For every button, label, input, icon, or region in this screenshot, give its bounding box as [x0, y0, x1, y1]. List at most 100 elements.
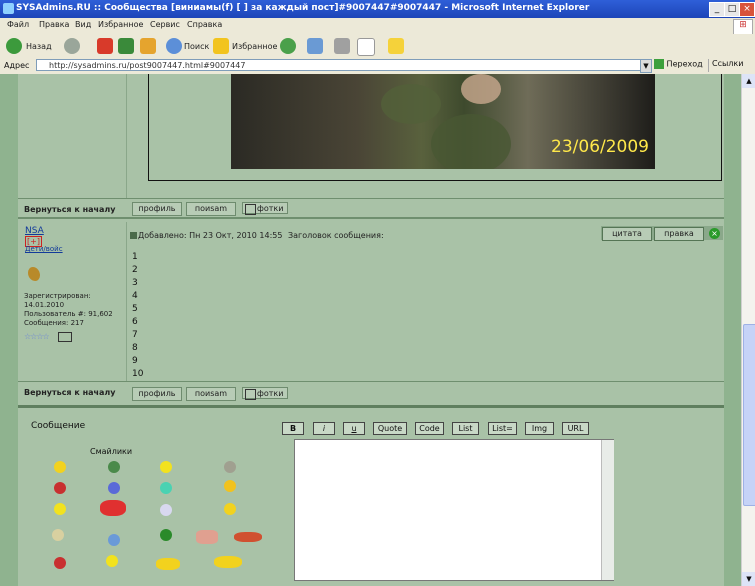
page-viewport: 23/06/2009 Вернуться к началу профиль по… [0, 74, 741, 586]
smile-icon[interactable] [160, 482, 172, 494]
scroll-up-icon[interactable]: ▲ [742, 74, 755, 88]
format-toolbar: B i u Quote Code List List= Img URL [282, 422, 589, 435]
smile-icon[interactable] [224, 480, 236, 492]
menu-help[interactable]: Справка [187, 20, 222, 29]
smile-icon[interactable] [52, 529, 64, 541]
smile-icon[interactable] [224, 503, 236, 515]
back-button[interactable]: Назад [26, 42, 52, 51]
photos-button[interactable]: фотки [242, 387, 288, 400]
divider [18, 198, 724, 199]
print-icon[interactable] [334, 38, 350, 54]
smile-icon[interactable] [196, 530, 218, 544]
smile-icon[interactable] [100, 500, 126, 516]
back-to-top-link[interactable]: Вернуться к началу [24, 388, 115, 397]
smile-icon[interactable] [156, 558, 180, 570]
photo-date-stamp: 23/06/2009 [551, 137, 649, 157]
address-bar: Адрес http://sysadmins.ru/post9007447.ht… [0, 58, 755, 75]
vertical-scrollbar[interactable]: ▲ ▼ [741, 74, 755, 586]
photo-detail [431, 114, 511, 169]
ordered-list-button[interactable]: List= [488, 422, 517, 435]
edit-button[interactable]: правка [654, 227, 704, 241]
image-button[interactable]: Img [525, 422, 554, 435]
url-button[interactable]: URL [562, 422, 589, 435]
quote-button[interactable]: цитата [602, 227, 652, 241]
message-textarea[interactable] [294, 439, 614, 581]
favorites-star-icon[interactable] [213, 38, 229, 54]
quote-format-button[interactable]: Quote [373, 422, 407, 435]
windows-flag-icon: ⊞ [733, 19, 753, 35]
smile-icon[interactable] [54, 503, 66, 515]
address-label: Адрес [4, 61, 30, 70]
menu-tools[interactable]: Сервис [150, 20, 180, 29]
post-link-icon[interactable] [130, 232, 137, 239]
list-button[interactable]: List [452, 422, 479, 435]
photos-button[interactable]: фотки [242, 202, 288, 215]
go-arrow-icon [654, 59, 664, 69]
toolbar: Назад Поиск Избранное [0, 34, 755, 59]
smile-icon[interactable] [214, 556, 242, 568]
menu-view[interactable]: Вид [75, 20, 91, 29]
menu-edit[interactable]: Правка [39, 20, 69, 29]
mail-envelope-icon[interactable] [58, 332, 72, 342]
stop-icon[interactable] [97, 38, 113, 54]
menu-file[interactable]: Файл [7, 20, 29, 29]
search-icon[interactable] [166, 38, 182, 54]
photos-label: фотки [257, 204, 284, 213]
smile-icon[interactable] [234, 532, 262, 542]
scroll-down-icon[interactable]: ▼ [742, 572, 755, 586]
address-input[interactable]: http://sysadmins.ru/post9007447.html#900… [36, 59, 648, 71]
profile-button[interactable]: профиль [132, 387, 182, 401]
close-button[interactable]: × [739, 2, 755, 17]
scroll-thumb[interactable] [743, 324, 755, 506]
favorites-button[interactable]: Избранное [232, 42, 277, 51]
address-dropdown-icon[interactable]: ▼ [640, 59, 652, 73]
smile-icon[interactable] [54, 482, 66, 494]
smile-icon[interactable] [224, 461, 236, 473]
search-button[interactable]: Поиск [184, 42, 209, 51]
pm-button[interactable]: поиsam [186, 202, 236, 216]
menu-favorites[interactable]: Избранное [98, 20, 143, 29]
post-author[interactable]: NSA [25, 226, 44, 236]
post-line: 5 [132, 304, 138, 314]
profile-button[interactable]: профиль [132, 202, 182, 216]
author-stats: Зарегистрирован: 14.01.2010 Пользователь… [24, 292, 113, 327]
links-button[interactable]: Ссылки [708, 59, 755, 72]
post-added-date: Добавлено: Пн 23 Окт, 2010 14:55 [138, 231, 283, 240]
forward-arrow-icon[interactable] [64, 38, 80, 54]
delete-icon[interactable]: × [709, 228, 720, 239]
code-button[interactable]: Code [415, 422, 444, 435]
history-icon[interactable] [280, 38, 296, 54]
post-line: 10 [132, 369, 144, 379]
back-arrow-icon[interactable] [6, 38, 22, 54]
home-icon[interactable] [140, 38, 156, 54]
smile-icon[interactable] [108, 482, 120, 494]
smile-icon[interactable] [160, 529, 172, 541]
notes-icon[interactable] [388, 38, 404, 54]
bold-button[interactable]: B [282, 422, 304, 435]
post-line: 4 [132, 291, 138, 301]
post-line: 9 [132, 356, 138, 366]
smile-icon[interactable] [54, 461, 66, 473]
underline-button[interactable]: u [343, 422, 365, 435]
window-title: SYSAdmins.RU :: Сообщества [виниамы(f) [… [16, 3, 590, 13]
smile-icon[interactable] [108, 461, 120, 473]
pm-button[interactable]: поиsam [186, 387, 236, 401]
photos-label: фотки [257, 389, 284, 398]
maximize-button[interactable]: □ [724, 2, 740, 17]
smile-icon[interactable] [160, 504, 172, 516]
italic-button[interactable]: i [313, 422, 335, 435]
mail-icon[interactable] [307, 38, 323, 54]
smile-icon[interactable] [54, 557, 66, 569]
author-status: Дети/войс [25, 245, 63, 253]
minimize-button[interactable]: _ [709, 2, 725, 17]
refresh-icon[interactable] [118, 38, 134, 54]
smilies-panel [38, 456, 268, 576]
smile-icon[interactable] [160, 461, 172, 473]
textarea-scrollbar[interactable] [601, 440, 614, 580]
smile-icon[interactable] [106, 555, 118, 567]
word-edit-icon[interactable] [357, 38, 375, 56]
back-to-top-link[interactable]: Вернуться к началу [24, 205, 115, 214]
smile-icon[interactable] [108, 534, 120, 546]
post-line: 7 [132, 330, 138, 340]
go-button[interactable]: Переход [654, 59, 704, 72]
